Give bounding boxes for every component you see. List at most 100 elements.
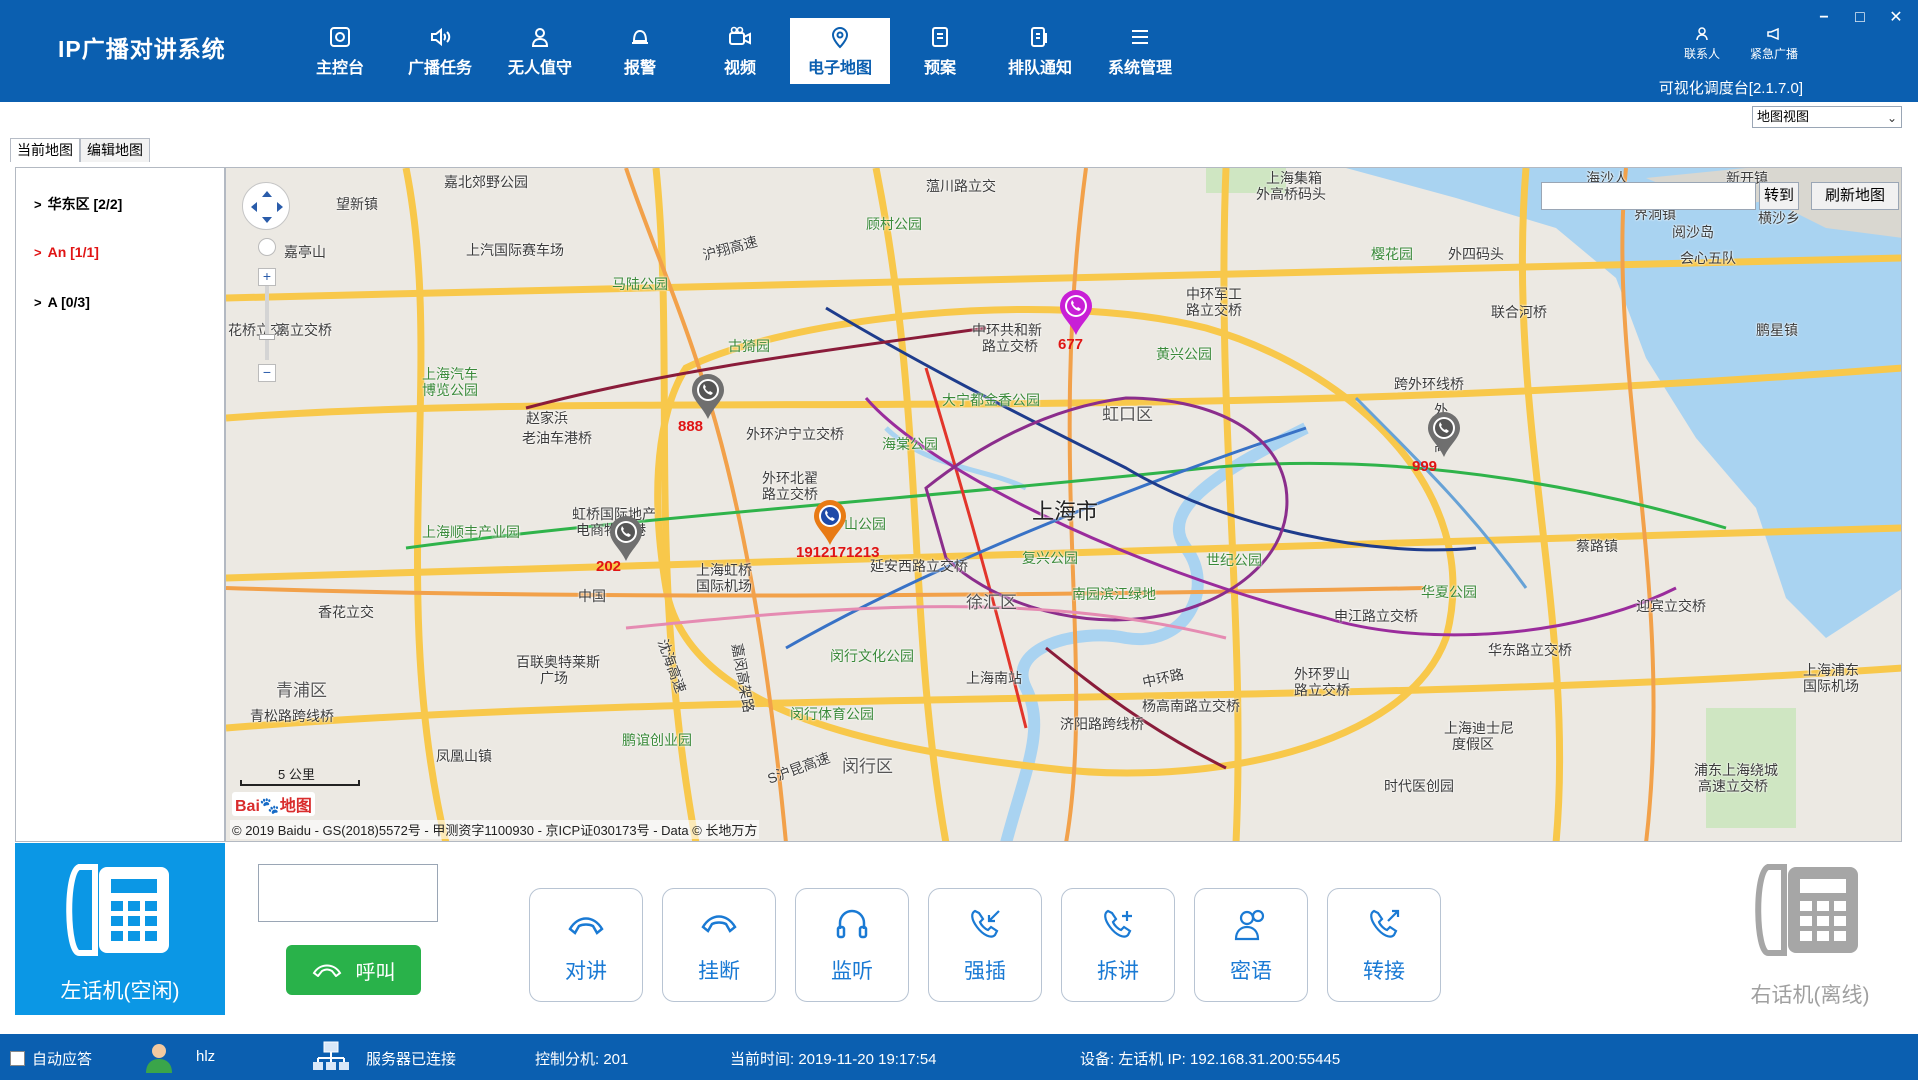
console-icon [326,24,354,50]
map-tabs: 当前地图 编辑地图 [10,138,150,162]
alarm-icon [626,24,654,50]
map-view-select-value: 地图视图 [1757,109,1810,124]
person-icon [526,24,554,50]
nav-console[interactable]: 主控台 [290,18,390,84]
tab-current-map[interactable]: 当前地图 [10,138,80,162]
zoom-in-button[interactable]: + [258,268,276,286]
monitor-button[interactable]: 监听 [795,888,909,1002]
chevron-right-icon: > [34,295,42,310]
intercom-button[interactable]: 对讲 [529,888,643,1002]
server-network-icon [312,1040,350,1076]
device-pin-999[interactable] [1426,412,1462,458]
map-label: 黄兴公园 [1156,346,1212,362]
locate-icon[interactable] [258,238,276,256]
right-phone-panel[interactable]: 右话机(离线) [1720,843,1900,1015]
minimize-button[interactable]: − [1816,10,1832,26]
device-pin-1912171213[interactable] [812,500,848,546]
map-label: 广场 [540,670,568,686]
handset-icon [312,964,341,977]
map-label: 上海市 [1032,499,1099,524]
nav-broadcast-task[interactable]: 广播任务 [390,18,490,84]
server-status: 服务器已连接 [366,1051,457,1068]
map-label: 横沙乡 [1758,210,1800,226]
map-label: 离立交桥 [276,322,332,338]
map-label: 济阳路跨线桥 [1060,716,1144,732]
transfer-button[interactable]: 转接 [1327,888,1441,1002]
zoom-slider-track[interactable] [265,286,269,360]
split-call-icon [1104,909,1132,938]
nav-label: 报警 [623,60,656,77]
emergency-broadcast-button[interactable]: 紧急广播 [1750,26,1798,62]
map-pan-control[interactable] [242,182,290,230]
headset-icon [836,909,868,939]
barge-in-icon [971,909,1000,938]
hangup-button[interactable]: 挂断 [662,888,776,1002]
zoom-slider-handle[interactable] [259,334,275,340]
zoom-out-button[interactable]: − [258,364,276,382]
handset-icon [568,917,604,935]
nav-video[interactable]: 视频 [690,18,790,84]
top-right-actions: 联系人 紧急广播 [1684,26,1798,62]
map-label: 鹏谊创业园 [622,732,692,748]
goto-button[interactable]: 转到 [1759,182,1799,210]
emergency-label: 紧急广播 [1749,47,1798,61]
map-label: 华夏公园 [1421,584,1477,600]
split-call-button[interactable]: 拆讲 [1061,888,1175,1002]
tree-item-an[interactable]: > An [1/1] [34,244,99,260]
whisper-button[interactable]: 密语 [1194,888,1308,1002]
nav-system-management[interactable]: 系统管理 [1090,18,1190,84]
speaker-icon [426,24,454,50]
nav-alarm[interactable]: 报警 [590,18,690,84]
nav-label: 排队通知 [1007,60,1072,77]
tree-item-label: 华东区 [2/2] [47,196,123,212]
refresh-map-button[interactable]: 刷新地图 [1811,182,1899,210]
nav-electronic-map[interactable]: 电子地图 [790,18,890,84]
action-label: 强插 [964,960,1006,983]
map-label: 外环沪宁立交桥 [746,426,844,442]
call-button[interactable]: 呼叫 [286,945,421,995]
action-label: 转接 [1363,960,1405,983]
auto-answer-checkbox[interactable] [10,1051,25,1066]
transfer-icon [1370,909,1400,938]
phone-pin-icon [814,500,846,545]
device-pin-677[interactable] [1058,290,1094,336]
map-view-select[interactable]: 地图视图 ⌄ [1752,106,1902,128]
map-label: 跨外环线桥 [1394,376,1464,392]
main-nav: 主控台 广播任务 无人值守 报警 视频 电子地图 预案 排队通知 系统管理 [290,18,1190,84]
contacts-button[interactable]: 联系人 [1684,26,1720,62]
map-label: 外四码头 [1448,246,1504,262]
left-phone-panel[interactable]: 左话机(空闲) [15,843,225,1015]
map-label: 博览公园 [422,382,478,398]
nav-label: 系统管理 [1107,60,1172,77]
tree-item-east-china[interactable]: > 华东区 [2/2] [34,194,122,214]
map-label: 闵行体育公园 [790,706,874,722]
map-label: 上海南站 [966,670,1022,686]
map-label: 顾村公园 [866,216,922,232]
map-label: 上海顺丰产业园 [422,524,520,540]
call-number-input[interactable] [258,864,438,922]
phone-pin-icon [692,374,724,419]
device-pin-202[interactable] [608,516,644,562]
current-time: 当前时间: 2019-11-20 19:17:54 [730,1051,937,1068]
settings-list-icon [1126,24,1154,50]
electronic-map[interactable]: 嘉北郊野公园 蕰川路立交 上海集箱 外高桥码头 望新镇 上汽国际赛车场 顾村公园… [225,167,1902,842]
nav-unattended[interactable]: 无人值守 [490,18,590,84]
map-label: 闵行文化公园 [830,648,914,664]
map-label: 大宁都金香公园 [942,392,1040,408]
maximize-button[interactable]: □ [1852,10,1868,26]
nav-label: 主控台 [315,60,364,77]
tab-edit-map[interactable]: 编辑地图 [80,138,150,162]
nav-queue-notice[interactable]: 排队通知 [990,18,1090,84]
close-button[interactable]: ✕ [1888,10,1904,26]
chevron-right-icon: > [34,245,42,260]
logo-text: 地图 [279,798,312,815]
map-label: 路立交桥 [1294,682,1350,698]
device-pin-888[interactable] [690,374,726,420]
map-label: 樱花园 [1371,246,1413,262]
map-label: 路立交桥 [982,338,1038,354]
barge-in-button[interactable]: 强插 [928,888,1042,1002]
map-search-input[interactable] [1541,182,1756,210]
nav-plan[interactable]: 预案 [890,18,990,84]
call-button-label: 呼叫 [355,961,396,984]
tree-item-a[interactable]: > A [0/3] [34,294,90,310]
